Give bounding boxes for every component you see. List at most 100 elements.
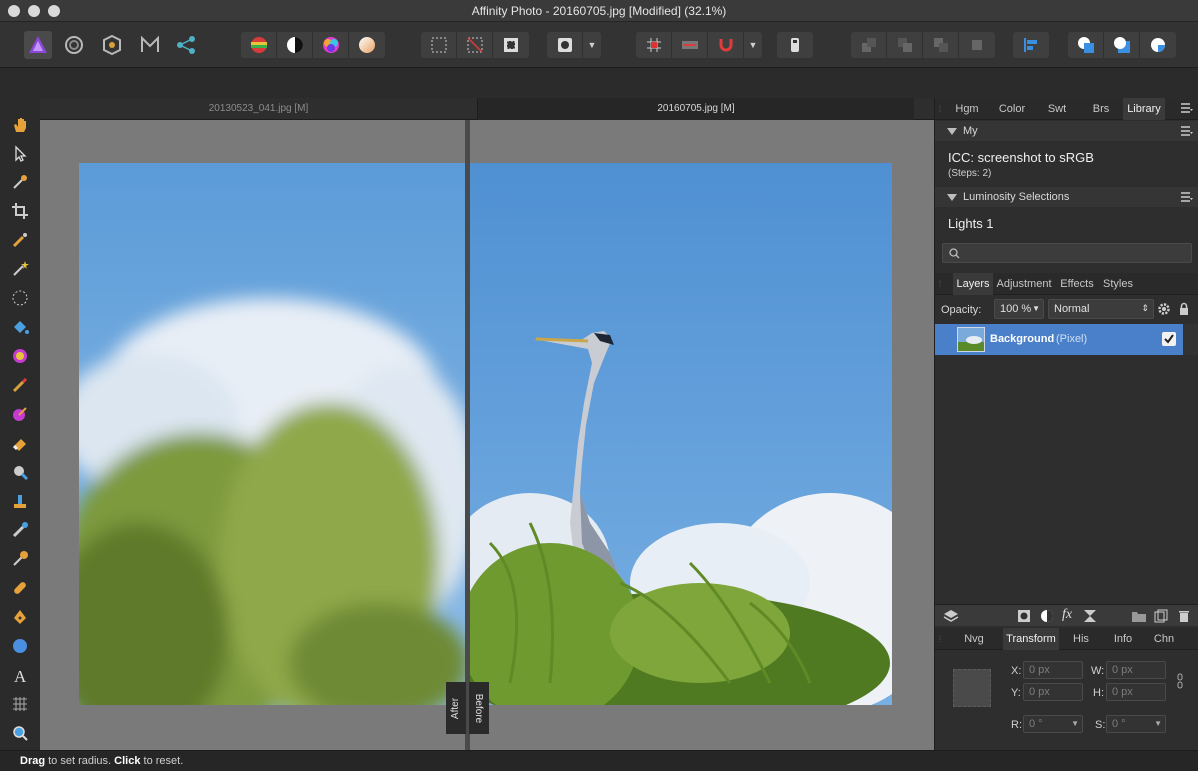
fx-icon[interactable]: fx — [1062, 607, 1072, 623]
quick-mask-button[interactable] — [547, 32, 583, 58]
library-category-luminosity[interactable]: Luminosity Selections — [935, 187, 1198, 207]
layers-stack-icon[interactable] — [943, 608, 959, 624]
eraser-icon — [12, 439, 26, 451]
x-field[interactable]: 0 px — [1023, 661, 1083, 679]
add-geometry-button[interactable] — [1068, 32, 1104, 58]
category-menu-icon[interactable] — [1181, 126, 1193, 136]
macro-item[interactable]: ICC: screenshot to sRGB (Steps: 2) — [948, 150, 1094, 179]
crop-tool[interactable] — [8, 199, 32, 223]
tab-info[interactable]: Info — [1103, 628, 1143, 650]
flood-select-tool[interactable] — [8, 257, 32, 281]
tab-styles[interactable]: Styles — [1099, 273, 1137, 295]
pen-tool[interactable] — [8, 605, 32, 629]
erase-tool[interactable] — [8, 431, 32, 455]
move-back-one-button[interactable] — [887, 32, 923, 58]
gear-icon[interactable] — [1157, 302, 1171, 316]
lock-icon[interactable] — [1179, 302, 1189, 316]
rotation-field[interactable]: 0 ° ▼ — [1023, 715, 1083, 733]
text-tool[interactable]: A — [8, 663, 32, 687]
flood-fill-tool[interactable] — [8, 315, 32, 339]
blur-brush-tool[interactable] — [8, 547, 32, 571]
blend-mode-select[interactable]: Normal ⇕ — [1048, 299, 1154, 319]
assistant-button[interactable] — [777, 32, 813, 58]
tab-channels[interactable]: Chn — [1143, 628, 1185, 650]
move-tool[interactable] — [8, 142, 32, 166]
auto-levels-button[interactable] — [241, 32, 277, 58]
gradient-tool[interactable] — [8, 344, 32, 368]
move-forward-one-button[interactable] — [923, 32, 959, 58]
snapping-dropdown[interactable]: ▼ — [744, 32, 762, 58]
move-to-front-button[interactable] — [959, 32, 995, 58]
mask-layer-icon[interactable] — [1017, 609, 1031, 623]
auto-colors-button[interactable] — [313, 32, 349, 58]
document-tab-1[interactable]: 20130523_041.jpg [M] — [40, 98, 477, 120]
tab-navigator[interactable]: Nvg — [945, 628, 1003, 650]
color-replacement-tool[interactable] — [8, 402, 32, 426]
duplicate-layer-icon[interactable] — [1154, 609, 1168, 623]
w-field[interactable]: 0 px — [1106, 661, 1166, 679]
trash-icon[interactable] — [1178, 609, 1190, 623]
category-menu-icon[interactable] — [1181, 192, 1193, 202]
split-view-divider[interactable] — [465, 120, 470, 750]
smudge-tool[interactable] — [8, 518, 32, 542]
shape-tool[interactable] — [8, 634, 32, 658]
layers-scrollbar[interactable] — [1183, 324, 1198, 355]
tab-layers[interactable]: Layers — [953, 272, 993, 295]
tab-brushes[interactable]: Brs — [1079, 98, 1123, 120]
photo-persona-button[interactable] — [24, 31, 52, 59]
live-filter-icon[interactable] — [1083, 609, 1097, 623]
document-tab-2[interactable]: 20160705.jpg [M] — [477, 98, 914, 120]
color-picker-tool[interactable] — [8, 170, 32, 194]
y-field[interactable]: 0 px — [1023, 683, 1083, 701]
tab-history[interactable]: His — [1059, 628, 1103, 650]
paint-brush-tool[interactable] — [8, 373, 32, 397]
liquify-persona-button[interactable] — [60, 31, 88, 59]
layer-visibility-checkbox[interactable] — [1162, 332, 1176, 346]
macro-item-lights[interactable]: Lights 1 — [948, 216, 994, 231]
marquee-tool[interactable] — [8, 286, 32, 310]
layer-row[interactable]: Background (Pixel) — [935, 324, 1183, 355]
export-persona-button[interactable] — [172, 31, 200, 59]
canvas[interactable]: After Before — [40, 120, 934, 750]
snapping-button[interactable] — [708, 32, 744, 58]
shear-field[interactable]: 0 ° ▼ — [1106, 715, 1166, 733]
grid-toggle-button[interactable] — [636, 32, 672, 58]
tab-color[interactable]: Color — [989, 98, 1035, 120]
tab-histogram[interactable]: Hgm — [945, 98, 989, 120]
auto-contrast-button[interactable] — [277, 32, 313, 58]
align-button[interactable] — [1013, 32, 1049, 58]
intersect-geometry-button[interactable] — [1140, 32, 1176, 58]
h-field[interactable]: 0 px — [1106, 683, 1166, 701]
tone-mapping-persona-button[interactable] — [136, 31, 164, 59]
invert-selection-button[interactable] — [493, 32, 529, 58]
deselect-button[interactable] — [457, 32, 493, 58]
dodge-tool[interactable] — [8, 460, 32, 484]
tab-swatches[interactable]: Swt — [1035, 98, 1079, 120]
quick-mask-dropdown[interactable]: ▼ — [583, 32, 601, 58]
opacity-field[interactable]: 100 % ▼ — [994, 299, 1044, 319]
link-icon[interactable] — [1177, 673, 1183, 689]
select-all-button[interactable] — [421, 32, 457, 58]
move-to-back-button[interactable] — [851, 32, 887, 58]
tab-adjustment[interactable]: Adjustment — [993, 273, 1055, 295]
library-category-my[interactable]: My — [935, 121, 1198, 141]
selection-brush-tool[interactable] — [8, 228, 32, 252]
mesh-warp-tool[interactable] — [8, 692, 32, 716]
develop-persona-button[interactable] — [98, 31, 126, 59]
folder-icon[interactable] — [1131, 609, 1147, 623]
tab-library[interactable]: Library — [1123, 97, 1165, 120]
auto-white-balance-button[interactable] — [349, 32, 385, 58]
force-pixel-alignment-button[interactable] — [672, 32, 708, 58]
subtract-geometry-button[interactable] — [1104, 32, 1140, 58]
adjustment-layer-icon[interactable] — [1040, 609, 1054, 623]
anchor-selector[interactable] — [953, 669, 991, 707]
library-search-input[interactable] — [942, 243, 1192, 263]
zoom-tool[interactable] — [8, 721, 32, 745]
crop-icon — [12, 203, 28, 219]
tab-effects[interactable]: Effects — [1055, 273, 1099, 295]
view-tool[interactable] — [8, 113, 32, 137]
tab-transform[interactable]: Transform — [1003, 627, 1059, 650]
panel-menu-icon[interactable] — [1181, 103, 1193, 113]
healing-brush-tool[interactable] — [8, 576, 32, 600]
clone-tool[interactable] — [8, 489, 32, 513]
